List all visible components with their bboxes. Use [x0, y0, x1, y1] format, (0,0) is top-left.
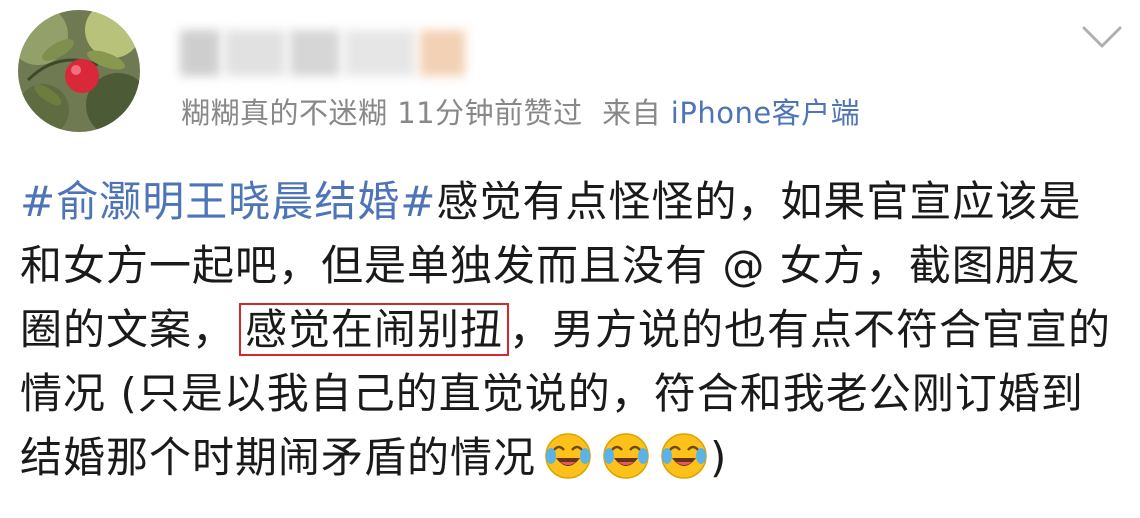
highlighted-phrase: 感觉在闹别扭 — [239, 303, 510, 356]
chevron-down-icon[interactable] — [1080, 22, 1124, 52]
username-blurred[interactable] — [180, 30, 470, 76]
meta-source[interactable]: iPhone客户端 — [671, 96, 860, 130]
laugh-cry-emoji-icon — [658, 430, 710, 482]
post-text-end: ) — [710, 433, 728, 482]
post-content: #俞灏明王晓晨结婚#感觉有点怪怪的，如果官宣应该是和女方一起吧，但是单独发而且没… — [20, 170, 1122, 490]
hashtag-link[interactable]: #俞灏明王晓晨结婚# — [20, 177, 436, 226]
laugh-cry-emoji-icon — [542, 430, 594, 482]
avatar[interactable] — [18, 10, 140, 132]
meta-source-label: 来自 — [602, 96, 662, 130]
laugh-cry-emoji-icon — [600, 430, 652, 482]
meta-prefix: 糊糊真的不迷糊 11分钟前赞过 — [181, 96, 583, 130]
post-meta: 糊糊真的不迷糊 11分钟前赞过 来自 iPhone客户端 — [181, 90, 860, 132]
